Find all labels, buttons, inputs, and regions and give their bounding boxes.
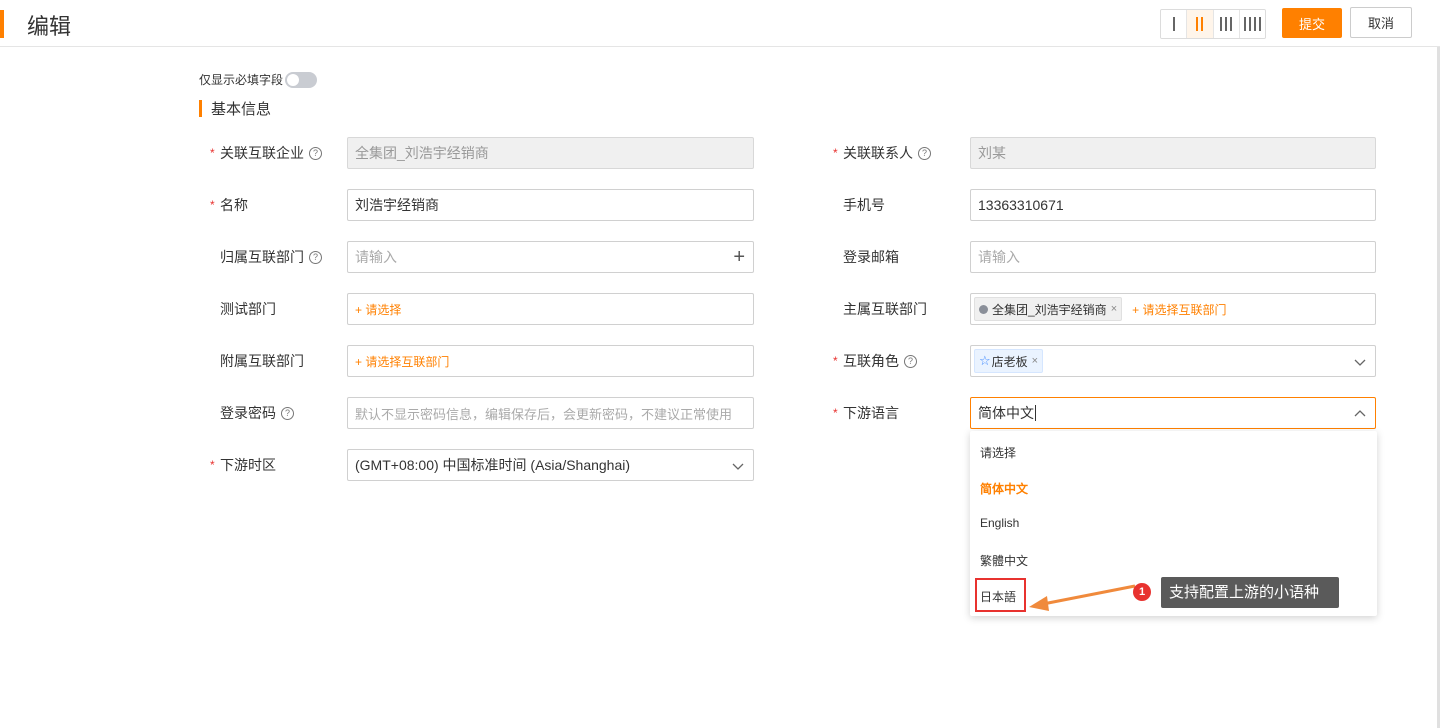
help-icon[interactable]: ? bbox=[309, 146, 322, 160]
help-icon[interactable]: ? bbox=[281, 406, 294, 420]
required-star: * bbox=[210, 458, 215, 472]
remove-tag-icon[interactable]: × bbox=[1111, 303, 1117, 315]
dropdown-option[interactable]: English bbox=[980, 516, 1019, 530]
dropdown-option[interactable]: 繁體中文 bbox=[980, 552, 1028, 569]
dropdown-option[interactable]: 请选择 bbox=[980, 444, 1016, 461]
annotation-badge: 1 bbox=[1133, 583, 1151, 601]
password-input[interactable]: 默认不显示密码信息，编辑保存后，会更新密码，不建议正常使用 bbox=[347, 397, 754, 429]
name-label: * 名称 bbox=[210, 197, 248, 213]
required-star: * bbox=[833, 406, 838, 420]
dept-label: 归属互联部门 ? bbox=[220, 241, 322, 273]
phone-label: 手机号 bbox=[843, 197, 885, 213]
select-link[interactable]: + 请选择 bbox=[355, 301, 401, 318]
role-label: * 互联角色 ? bbox=[833, 345, 917, 377]
required-star: * bbox=[833, 354, 838, 368]
sub-dept-field[interactable]: + 请选择互联部门 bbox=[347, 345, 754, 377]
dept-icon bbox=[979, 304, 988, 314]
one-column-icon bbox=[1172, 17, 1175, 31]
section-accent-bar bbox=[199, 100, 202, 117]
submit-button[interactable]: 提交 bbox=[1282, 8, 1342, 38]
partner-company-field: 全集团_刘浩宇经销商 bbox=[347, 137, 754, 169]
section-header: 基本信息 bbox=[199, 98, 271, 119]
required-only-label: 仅显示必填字段 bbox=[199, 73, 284, 87]
cancel-button[interactable]: 取消 bbox=[1350, 7, 1412, 38]
partner-company-label: * 关联互联企业 ? bbox=[210, 137, 322, 169]
main-dept-tag: 全集团_刘浩宇经销商 × bbox=[974, 297, 1123, 321]
help-icon[interactable]: ? bbox=[309, 250, 322, 264]
remove-tag-icon[interactable]: × bbox=[1032, 355, 1038, 367]
help-icon[interactable]: ? bbox=[918, 146, 931, 160]
phone-input[interactable]: 13363310671 bbox=[970, 189, 1376, 221]
annotation-arrow-icon bbox=[1029, 584, 1136, 611]
chevron-down-icon bbox=[732, 463, 744, 470]
select-dept-link[interactable]: + 请选择互联部门 bbox=[355, 353, 449, 370]
three-column-icon bbox=[1220, 17, 1233, 31]
chevron-down-icon bbox=[1354, 359, 1366, 366]
test-dept-label: 测试部门 bbox=[220, 301, 276, 317]
plus-icon[interactable]: + bbox=[733, 246, 745, 269]
help-icon[interactable]: ? bbox=[904, 354, 917, 368]
required-star: * bbox=[833, 146, 838, 160]
layout-1-column-button[interactable] bbox=[1161, 10, 1188, 38]
contact-field: 刘某 bbox=[970, 137, 1376, 169]
layout-3-column-button[interactable] bbox=[1213, 10, 1240, 38]
role-tag: ☆ 店老板 × bbox=[974, 349, 1044, 373]
annotation-highlight-box bbox=[975, 578, 1026, 612]
contact-label: * 关联联系人 ? bbox=[833, 137, 931, 169]
two-column-icon bbox=[1196, 17, 1204, 31]
required-only-switch[interactable] bbox=[285, 71, 318, 88]
section-title: 基本信息 bbox=[211, 101, 272, 118]
four-column-icon bbox=[1243, 17, 1261, 31]
password-label: 登录密码 ? bbox=[220, 397, 294, 429]
required-star: * bbox=[210, 198, 215, 212]
required-only-toggle-row: 仅显示必填字段 bbox=[199, 71, 318, 88]
layout-4-column-button[interactable] bbox=[1239, 10, 1265, 38]
main-dept-label: 主属互联部门 bbox=[843, 301, 927, 317]
dropdown-option-selected[interactable]: 简体中文 bbox=[980, 480, 1028, 497]
select-main-dept-link[interactable]: + 请选择互联部门 bbox=[1132, 301, 1226, 318]
role-select[interactable]: ☆ 店老板 × bbox=[970, 345, 1376, 377]
chevron-up-icon bbox=[1354, 410, 1366, 417]
page-title: 编辑 bbox=[27, 14, 72, 39]
email-label: 登录邮箱 bbox=[843, 249, 899, 265]
language-label: * 下游语言 bbox=[833, 405, 899, 421]
dept-input[interactable]: 请输入 + bbox=[347, 241, 754, 273]
annotation-callout: 支持配置上游的小语种 bbox=[1161, 577, 1339, 608]
required-star: * bbox=[210, 146, 215, 160]
layout-column-switch[interactable] bbox=[1160, 9, 1266, 39]
main-dept-field[interactable]: 全集团_刘浩宇经销商 × + 请选择互联部门 bbox=[970, 293, 1376, 325]
language-select[interactable]: 简体中文 bbox=[970, 397, 1376, 429]
text-cursor bbox=[1035, 405, 1036, 421]
page-header: 编辑 提交 取消 bbox=[0, 0, 1440, 47]
name-input[interactable]: 刘浩宇经销商 bbox=[347, 189, 754, 221]
timezone-select[interactable]: (GMT+08:00) 中国标准时间 (Asia/Shanghai) bbox=[347, 449, 754, 481]
title-accent-bar bbox=[0, 10, 4, 38]
email-input[interactable]: 请输入 bbox=[970, 241, 1376, 273]
test-dept-field[interactable]: + 请选择 bbox=[347, 293, 754, 325]
sub-dept-label: 附属互联部门 bbox=[220, 353, 304, 369]
layout-2-column-button[interactable] bbox=[1187, 10, 1214, 38]
star-icon: ☆ bbox=[979, 353, 991, 368]
timezone-label: * 下游时区 bbox=[210, 457, 276, 473]
